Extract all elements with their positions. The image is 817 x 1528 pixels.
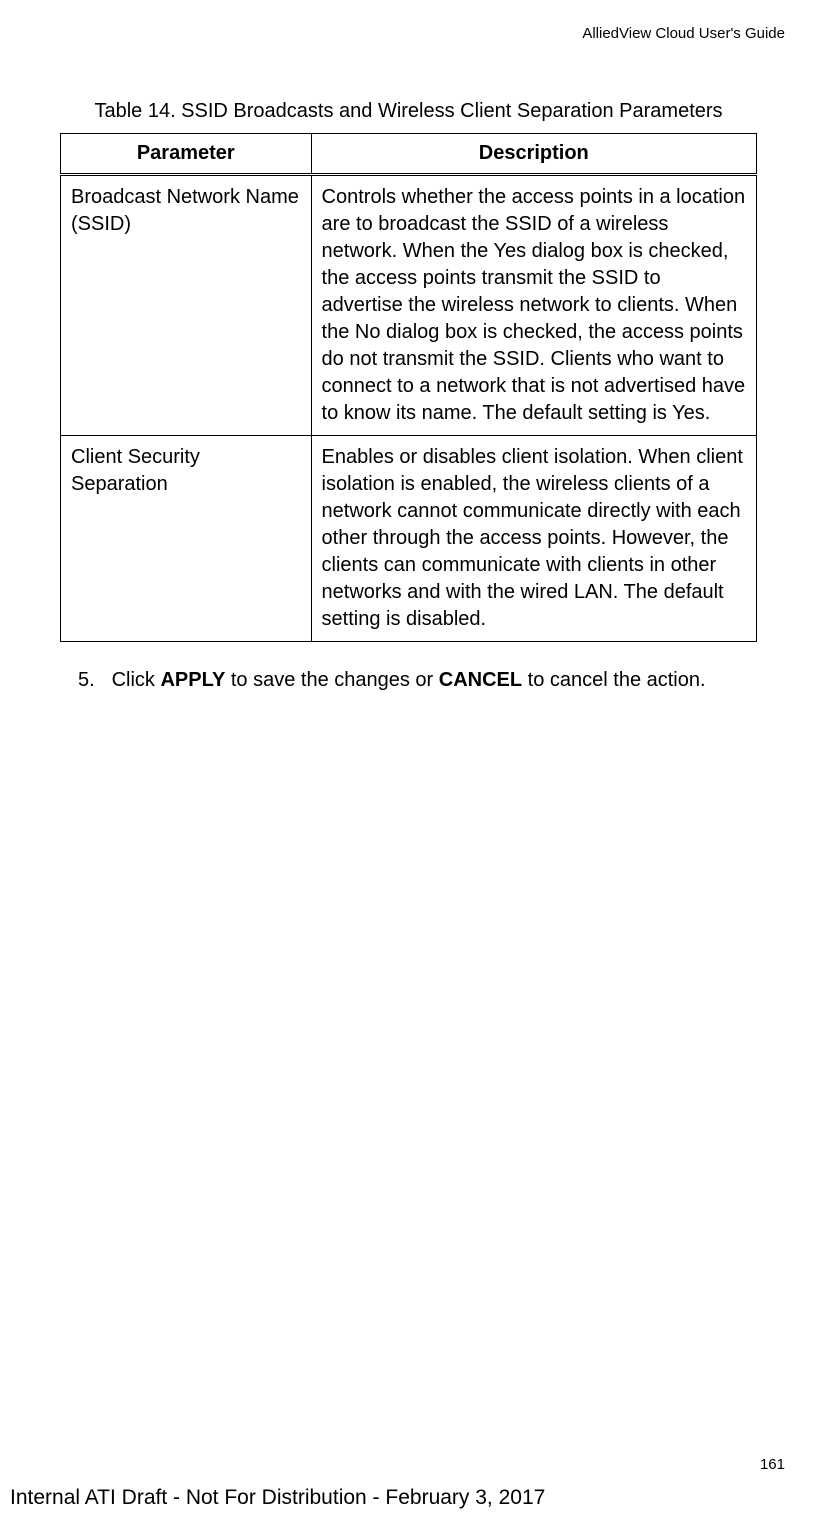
step-text-suffix: to cancel the action. (522, 669, 705, 691)
table-cell-parameter: Client Security Separation (61, 436, 312, 642)
table-header-parameter: Parameter (61, 134, 312, 175)
instruction-step: 5. Click APPLY to save the changes or CA… (60, 667, 757, 694)
table-cell-parameter: Broadcast Network Name (SSID) (61, 175, 312, 436)
step-text-mid: to save the changes or (225, 669, 438, 691)
step-bold-apply: APPLY (160, 669, 225, 691)
table-row: Client Security Separation Enables or di… (61, 436, 757, 642)
page-number: 161 (760, 1456, 785, 1473)
table-caption: Table 14. SSID Broadcasts and Wireless C… (60, 100, 757, 123)
table-header-description: Description (311, 134, 756, 175)
step-text-prefix: Click (112, 669, 161, 691)
footer-draft-notice: Internal ATI Draft - Not For Distributio… (10, 1486, 545, 1510)
parameters-table: Parameter Description Broadcast Network … (60, 133, 757, 642)
header-guide-title: AlliedView Cloud User's Guide (582, 25, 785, 42)
table-row: Broadcast Network Name (SSID) Controls w… (61, 175, 757, 436)
step-number: 5. (78, 667, 106, 694)
table-cell-description: Controls whether the access points in a … (311, 175, 756, 436)
step-bold-cancel: CANCEL (439, 669, 522, 691)
table-cell-description: Enables or disables client isolation. Wh… (311, 436, 756, 642)
table-header-row: Parameter Description (61, 134, 757, 175)
page-content: Table 14. SSID Broadcasts and Wireless C… (0, 0, 817, 694)
